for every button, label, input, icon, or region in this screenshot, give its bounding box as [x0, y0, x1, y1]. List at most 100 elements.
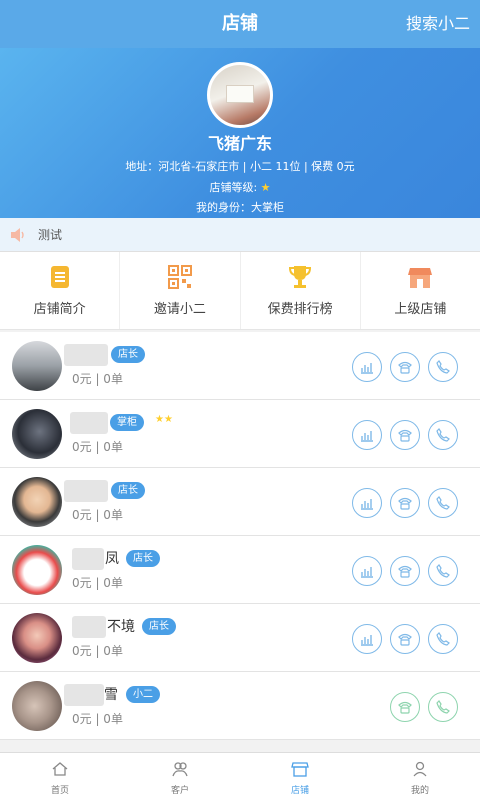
tab-profile[interactable]: 我的 — [360, 753, 480, 800]
tab-label: 首页 — [50, 786, 69, 796]
landline-phone-icon — [398, 633, 412, 646]
shop-avatar[interactable] — [207, 62, 273, 128]
landline-phone-icon — [398, 565, 412, 578]
member-avatar — [12, 477, 62, 527]
landline-phone-icon — [398, 361, 412, 374]
menu-shop-intro[interactable]: 店铺简介 — [0, 252, 121, 329]
chart-icon — [361, 363, 373, 374]
member-row[interactable]: 店长 0元 | 0单 — [0, 332, 480, 400]
member-stars: ★★ — [155, 414, 173, 425]
redacted-name — [70, 412, 108, 434]
call-button[interactable] — [428, 624, 458, 654]
shop-name: 飞猪广东 — [207, 134, 272, 153]
member-list: 店长 0元 | 0单 掌柜 ★★ 0元 | 0单 店长 0元 | 0单 凤 店长… — [0, 332, 480, 740]
landline-button[interactable] — [390, 692, 420, 722]
redacted-name — [64, 684, 104, 706]
landline-phone-icon — [398, 701, 412, 714]
shop-icon — [291, 762, 309, 777]
menu-ranking[interactable]: 保费排行榜 — [241, 252, 361, 329]
landline-phone-icon — [398, 429, 412, 442]
member-stats: 0元 | 0单 — [72, 372, 123, 386]
call-button[interactable] — [428, 488, 458, 518]
my-identity: 我的身份：大掌柜 — [196, 201, 284, 214]
tab-shop[interactable]: 店铺 — [240, 753, 360, 800]
search-member-button[interactable]: 搜索小二 — [406, 0, 470, 48]
menu-invite[interactable]: 邀请小二 — [120, 252, 241, 329]
menu-label: 保费排行榜 — [267, 302, 333, 317]
redacted-name — [64, 344, 108, 366]
notice-bar[interactable]: 测试 — [0, 218, 480, 252]
member-row[interactable]: 雪 小二 0元 | 0单 — [0, 672, 480, 740]
member-row[interactable]: 凤 店长 0元 | 0单 — [0, 536, 480, 604]
profile-icon — [413, 761, 427, 777]
menu-label: 邀请小二 — [153, 302, 206, 317]
member-stats: 0元 | 0单 — [72, 644, 123, 658]
trophy-icon — [289, 266, 312, 288]
member-stats: 0元 | 0单 — [72, 576, 123, 590]
tab-label: 客户 — [170, 786, 189, 796]
role-badge: 店长 — [126, 550, 160, 567]
chart-icon — [361, 499, 373, 510]
top-bar: 店铺 搜索小二 — [0, 0, 480, 48]
member-avatar — [12, 341, 62, 391]
phone-icon — [436, 700, 450, 714]
role-badge: 小二 — [126, 686, 160, 703]
tab-home[interactable]: 首页 — [0, 753, 120, 800]
stats-button[interactable] — [352, 624, 382, 654]
phone-icon — [436, 564, 450, 578]
bottom-tab-bar: 首页 客户 店铺 我的 — [0, 752, 480, 800]
landline-button[interactable] — [390, 420, 420, 450]
redacted-name — [72, 616, 106, 638]
stats-button[interactable] — [352, 420, 382, 450]
member-avatar — [12, 681, 62, 731]
store-icon — [408, 268, 433, 288]
member-stats: 0元 | 0单 — [72, 440, 123, 454]
member-row[interactable]: 不境 店长 0元 | 0单 — [0, 604, 480, 672]
redacted-name — [64, 480, 108, 502]
landline-button[interactable] — [390, 556, 420, 586]
landline-button[interactable] — [390, 352, 420, 382]
speaker-icon — [11, 228, 24, 242]
phone-icon — [436, 360, 450, 374]
chart-icon — [361, 635, 373, 646]
landline-button[interactable] — [390, 624, 420, 654]
member-name: 凤 — [105, 551, 119, 567]
tab-label: 店铺 — [290, 786, 309, 796]
call-button[interactable] — [428, 420, 458, 450]
document-icon — [50, 266, 69, 288]
member-stats: 0元 | 0单 — [72, 508, 123, 522]
shop-level: 店铺等级: ★ — [0, 179, 480, 195]
call-button[interactable] — [428, 352, 458, 382]
stats-button[interactable] — [352, 556, 382, 586]
qrcode-icon — [167, 265, 192, 289]
landline-phone-icon — [398, 497, 412, 510]
tab-customers[interactable]: 客户 — [120, 753, 240, 800]
call-button[interactable] — [428, 556, 458, 586]
star-icon: ★ — [260, 181, 271, 194]
chart-icon — [361, 431, 373, 442]
role-badge: 店长 — [142, 618, 176, 635]
customers-icon — [172, 762, 188, 777]
call-button[interactable] — [428, 692, 458, 722]
member-row[interactable]: 店长 0元 | 0单 — [0, 468, 480, 536]
member-name: 雪 — [104, 687, 118, 703]
member-avatar — [12, 545, 62, 595]
role-badge: 店长 — [111, 482, 145, 499]
stats-button[interactable] — [352, 488, 382, 518]
phone-icon — [436, 428, 450, 442]
shop-profile-banner: 飞猪广东 地址：河北省-石家庄市 | 小二 11位 | 保费 0元 店铺等级: … — [0, 48, 480, 218]
member-name: 不境 — [107, 619, 135, 635]
phone-icon — [436, 632, 450, 646]
role-badge: 店长 — [111, 346, 145, 363]
notice-text: 测试 — [38, 228, 63, 242]
menu-parent-shop[interactable]: 上级店铺 — [361, 252, 480, 329]
landline-button[interactable] — [390, 488, 420, 518]
menu-label: 店铺简介 — [33, 302, 86, 317]
member-avatar — [12, 613, 62, 663]
member-row[interactable]: 掌柜 ★★ 0元 | 0单 — [0, 400, 480, 468]
stats-button[interactable] — [352, 352, 382, 382]
shop-level-label: 店铺等级: — [209, 181, 258, 194]
chart-icon — [361, 567, 373, 578]
redacted-name — [72, 548, 104, 570]
shop-menu: 店铺简介 邀请小二 保费排行榜 上级店铺 — [0, 252, 480, 330]
